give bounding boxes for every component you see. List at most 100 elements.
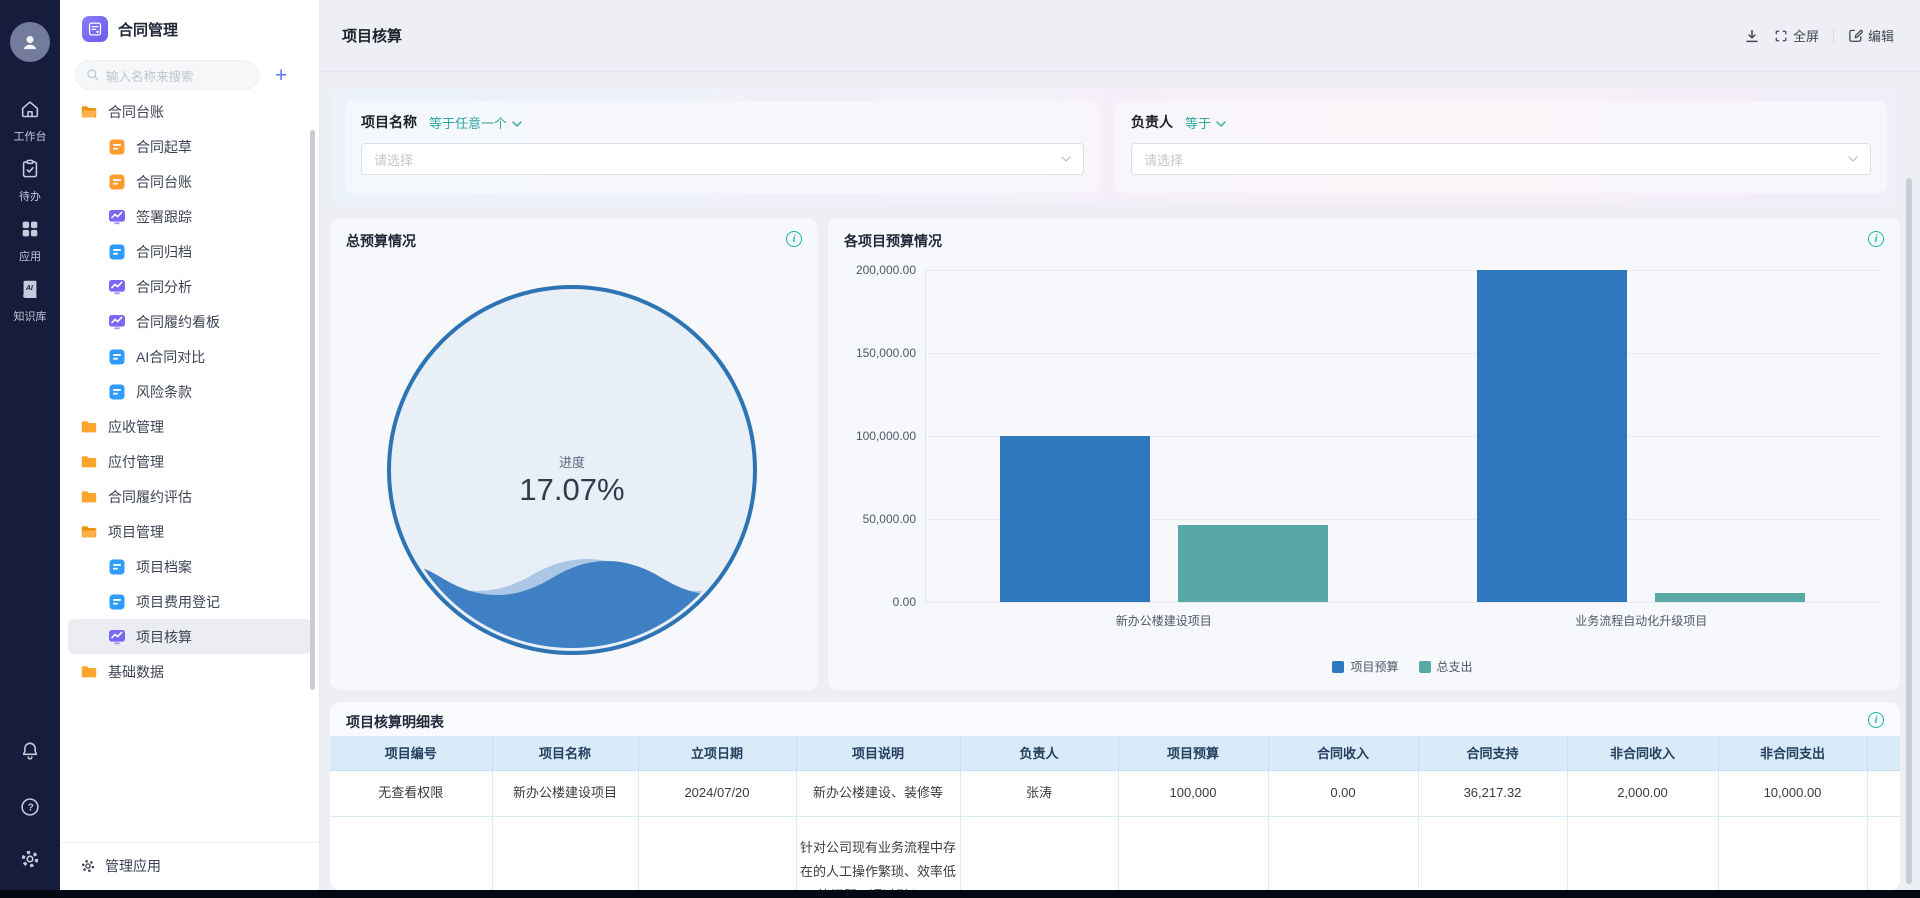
rail-item-label: 待办 — [0, 188, 60, 204]
accounting-detail-card: 项目核算明细表 i 项目编号项目名称立项日期项目说明负责人项目预算合同收入合同支… — [330, 702, 1900, 890]
chevron-down-icon — [512, 115, 522, 130]
sidebar-item-项目管理[interactable]: 项目管理 — [68, 514, 312, 549]
table-cell — [1118, 816, 1268, 890]
x-axis-category-label: 新办公楼建设项目 — [1116, 612, 1212, 629]
sidebar-item-签署跟踪[interactable]: 签署跟踪 — [68, 199, 312, 234]
gear-icon — [80, 858, 96, 874]
chart-icon — [108, 208, 126, 226]
edit-button[interactable]: 编辑 — [1848, 26, 1894, 45]
filter-operator-dropdown[interactable]: 等于 — [1185, 113, 1226, 132]
sidebar-item-label: 基础数据 — [108, 662, 164, 682]
todo-icon — [19, 167, 41, 184]
app-title: 合同管理 — [118, 19, 178, 40]
settings-button[interactable] — [0, 848, 60, 875]
sidebar-item-合同台账[interactable]: 合同台账 — [68, 94, 312, 129]
help-button[interactable]: ? — [0, 796, 60, 823]
sidebar-item-label: 合同台账 — [136, 172, 192, 192]
sidebar-item-label: 项目核算 — [136, 627, 192, 647]
table-cell — [638, 816, 796, 890]
doc-icon — [108, 558, 126, 576]
sidebar-item-合同分析[interactable]: 合同分析 — [68, 269, 312, 304]
table-gutter — [1867, 736, 1900, 770]
y-axis-line — [925, 270, 926, 602]
search-input[interactable]: 输入名称来搜索 — [75, 60, 259, 90]
sidebar-item-项目核算[interactable]: 项目核算 — [68, 619, 312, 654]
sidebar-item-项目费用登记[interactable]: 项目费用登记 — [68, 584, 312, 619]
table-cell: 100,000 — [1118, 770, 1268, 816]
rail-item-apps[interactable]: 应用 — [0, 218, 60, 264]
chart-gridline — [925, 353, 1880, 354]
apps-icon — [19, 227, 41, 244]
chart-gridline — [925, 270, 1880, 271]
help-icon: ? — [19, 796, 41, 823]
sidebar-item-合同归档[interactable]: 合同归档 — [68, 234, 312, 269]
filter-label-row: 项目名称等于任意一个 — [361, 112, 1084, 132]
sidebar-item-label: AI合同对比 — [136, 347, 205, 367]
sidebar-item-项目档案[interactable]: 项目档案 — [68, 549, 312, 584]
rail-item-label: 应用 — [0, 248, 60, 264]
sidebar-item-应收管理[interactable]: 应收管理 — [68, 409, 312, 444]
bar-总支出-业务流程自动化升级项目 — [1655, 593, 1805, 602]
rail-item-home[interactable]: 工作台 — [0, 98, 60, 144]
sidebar-scrollbar[interactable] — [310, 130, 315, 690]
add-button[interactable]: + — [275, 65, 287, 86]
sidebar-item-AI合同对比[interactable]: AI合同对比 — [68, 339, 312, 374]
filter-group-负责人: 负责人等于请选择 — [1115, 101, 1887, 193]
bell-icon — [19, 740, 41, 767]
avatar[interactable] — [10, 22, 50, 62]
column-header: 项目预算 — [1118, 736, 1268, 770]
table-cell — [1268, 816, 1418, 890]
filter-operator-dropdown[interactable]: 等于任意一个 — [429, 113, 522, 132]
doc-icon — [108, 243, 126, 261]
legend-swatch — [1332, 661, 1344, 673]
table-gutter-cell — [1867, 816, 1900, 890]
info-icon[interactable]: i — [786, 231, 802, 247]
sidebar-item-label: 应收管理 — [108, 417, 164, 437]
chart-legend: 项目预算 总支出 — [925, 658, 1880, 675]
fullscreen-label: 全屏 — [1793, 26, 1819, 45]
chart-icon — [108, 278, 126, 296]
download-button[interactable] — [1744, 28, 1760, 44]
info-icon[interactable]: i — [1868, 231, 1884, 247]
info-icon[interactable]: i — [1868, 712, 1884, 728]
bottom-edge — [0, 890, 1920, 898]
filter-value-select[interactable]: 请选择 — [1131, 143, 1871, 175]
table-cell: 2024/07/20 — [638, 770, 796, 816]
legend-item-总支出[interactable]: 总支出 — [1419, 658, 1473, 675]
column-header: 项目名称 — [492, 736, 638, 770]
rail-item-label: 知识库 — [0, 308, 60, 324]
folder-icon — [80, 103, 98, 121]
page-scrollbar[interactable] — [1906, 178, 1912, 884]
sidebar-item-label: 项目费用登记 — [136, 592, 220, 612]
sidebar-item-合同台账[interactable]: 合同台账 — [68, 164, 312, 199]
legend-label: 项目预算 — [1350, 658, 1398, 675]
search-placeholder: 输入名称来搜索 — [106, 66, 194, 85]
select-placeholder: 请选择 — [374, 150, 413, 169]
x-axis-category-label: 业务流程自动化升级项目 — [1575, 612, 1707, 629]
chevron-down-icon — [1061, 156, 1071, 162]
filter-label-row: 负责人等于 — [1131, 112, 1871, 132]
folder-icon — [80, 418, 98, 436]
sidebar-item-合同履约看板[interactable]: 合同履约看板 — [68, 304, 312, 339]
rail-item-todo[interactable]: 待办 — [0, 158, 60, 204]
table-cell — [960, 816, 1118, 890]
manage-app-button[interactable]: 管理应用 — [60, 842, 320, 888]
sidebar-item-风险条款[interactable]: 风险条款 — [68, 374, 312, 409]
fullscreen-button[interactable]: 全屏 — [1774, 26, 1819, 45]
legend-item-项目预算[interactable]: 项目预算 — [1332, 658, 1398, 675]
doc-icon — [108, 348, 126, 366]
sidebar-item-合同起草[interactable]: 合同起草 — [68, 129, 312, 164]
table-cell: 0.00 — [1268, 770, 1418, 816]
sidebar-menu: 合同台账合同起草合同台账签署跟踪合同归档合同分析合同履约看板AI合同对比风险条款… — [60, 94, 320, 689]
rail-item-knowledge[interactable]: AI知识库 — [0, 278, 60, 324]
sidebar-item-基础数据[interactable]: 基础数据 — [68, 654, 312, 689]
chevron-down-icon — [1848, 156, 1858, 162]
bell-button[interactable] — [0, 740, 60, 767]
folder-icon — [80, 663, 98, 681]
sidebar-item-应付管理[interactable]: 应付管理 — [68, 444, 312, 479]
filter-value-select[interactable]: 请选择 — [361, 143, 1084, 175]
table-row: 针对公司现有业务流程中存 在的人工操作繁琐、效率低 下等问题，通过引入 RPA — [330, 816, 1900, 890]
sidebar-item-合同履约评估[interactable]: 合同履约评估 — [68, 479, 312, 514]
sidebar-item-label: 应付管理 — [108, 452, 164, 472]
rail-item-label: 工作台 — [0, 128, 60, 144]
